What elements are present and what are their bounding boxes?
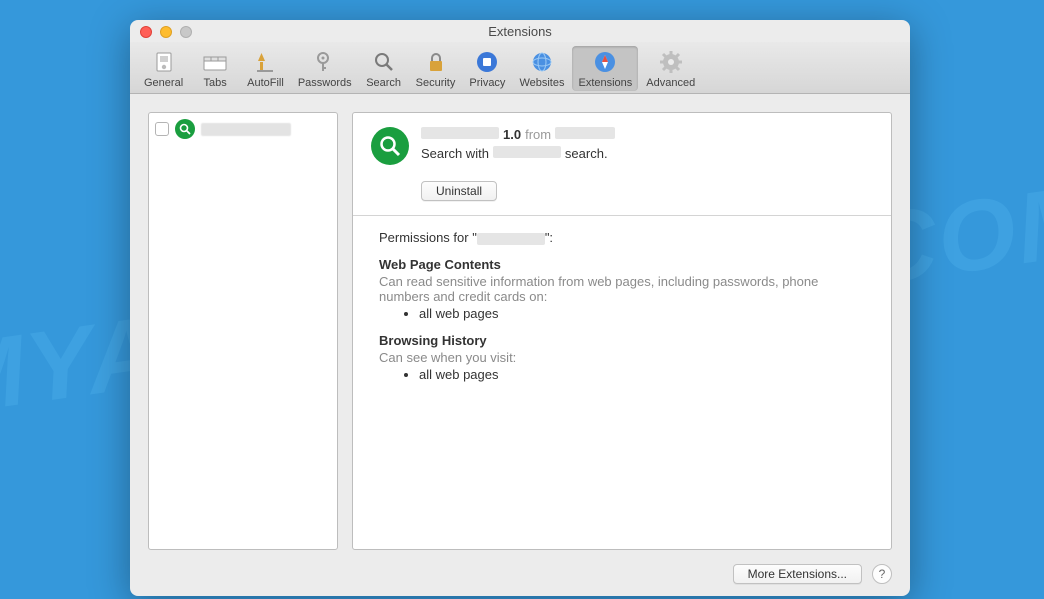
gear-icon bbox=[657, 48, 685, 76]
extension-title-row: 1.0 from bbox=[421, 127, 873, 142]
perm-section-title: Browsing History bbox=[379, 333, 865, 348]
tab-label: General bbox=[144, 77, 183, 89]
tab-label: Search bbox=[366, 77, 401, 89]
tab-extensions[interactable]: Extensions bbox=[572, 46, 638, 91]
tab-label: Tabs bbox=[204, 77, 227, 89]
extension-list-item[interactable] bbox=[155, 119, 331, 139]
tab-passwords[interactable]: Passwords bbox=[292, 46, 358, 91]
tab-label: Privacy bbox=[469, 77, 505, 89]
tab-websites[interactable]: Websites bbox=[513, 46, 570, 91]
tabs-icon bbox=[201, 48, 229, 76]
extension-icon bbox=[175, 119, 195, 139]
perm-section-list: all web pages bbox=[419, 306, 865, 321]
lock-icon bbox=[422, 48, 450, 76]
compass-icon bbox=[591, 48, 619, 76]
extension-description: Search with search. bbox=[421, 146, 873, 161]
globe-icon bbox=[528, 48, 556, 76]
extensions-list bbox=[148, 112, 338, 550]
description-redacted bbox=[493, 146, 561, 158]
perm-item: all web pages bbox=[419, 306, 865, 321]
perm-section-list: all web pages bbox=[419, 367, 865, 382]
permissions-name-redacted bbox=[477, 233, 545, 245]
tab-search[interactable]: Search bbox=[360, 46, 408, 91]
tab-privacy[interactable]: Privacy bbox=[463, 46, 511, 91]
tab-advanced[interactable]: Advanced bbox=[640, 46, 701, 91]
help-button[interactable]: ? bbox=[872, 564, 892, 584]
tab-label: Passwords bbox=[298, 77, 352, 89]
uninstall-button[interactable]: Uninstall bbox=[421, 181, 497, 201]
extension-enable-checkbox[interactable] bbox=[155, 122, 169, 136]
tab-label: Extensions bbox=[578, 77, 632, 89]
privacy-icon bbox=[473, 48, 501, 76]
tab-general[interactable]: General bbox=[138, 46, 189, 91]
search-icon bbox=[370, 48, 398, 76]
perm-section-desc: Can read sensitive information from web … bbox=[379, 274, 865, 304]
perm-section-desc: Can see when you visit: bbox=[379, 350, 865, 365]
tab-label: Security bbox=[416, 77, 456, 89]
perm-section-title: Web Page Contents bbox=[379, 257, 865, 272]
permissions-heading: Permissions for "": bbox=[379, 230, 865, 245]
titlebar: Extensions bbox=[130, 20, 910, 42]
footer: More Extensions... ? bbox=[130, 556, 910, 596]
tab-tabs[interactable]: Tabs bbox=[191, 46, 239, 91]
tab-label: Websites bbox=[519, 77, 564, 89]
general-icon bbox=[150, 48, 178, 76]
preferences-window: Extensions General Tabs AutoFill Passwor… bbox=[130, 20, 910, 596]
autofill-icon bbox=[251, 48, 279, 76]
tab-label: AutoFill bbox=[247, 77, 284, 89]
key-icon bbox=[311, 48, 339, 76]
more-extensions-button[interactable]: More Extensions... bbox=[733, 564, 862, 584]
permissions-section: Permissions for "": Web Page Contents Ca… bbox=[353, 216, 891, 396]
preferences-toolbar: General Tabs AutoFill Passwords Search bbox=[130, 42, 910, 94]
window-title: Extensions bbox=[130, 24, 910, 39]
tab-security[interactable]: Security bbox=[410, 46, 462, 91]
tab-label: Advanced bbox=[646, 77, 695, 89]
extension-author-redacted bbox=[555, 127, 615, 139]
extension-detail-panel: 1.0 from Search with search. Uninstall bbox=[352, 112, 892, 550]
tab-autofill[interactable]: AutoFill bbox=[241, 46, 290, 91]
from-label: from bbox=[525, 127, 551, 142]
extension-name-redacted bbox=[421, 127, 499, 139]
extension-name-redacted bbox=[201, 123, 291, 136]
perm-item: all web pages bbox=[419, 367, 865, 382]
extension-version: 1.0 bbox=[503, 127, 521, 142]
extension-header: 1.0 from Search with search. Uninstall bbox=[353, 113, 891, 215]
content-area: 1.0 from Search with search. Uninstall bbox=[130, 94, 910, 556]
extension-icon-large bbox=[371, 127, 409, 165]
